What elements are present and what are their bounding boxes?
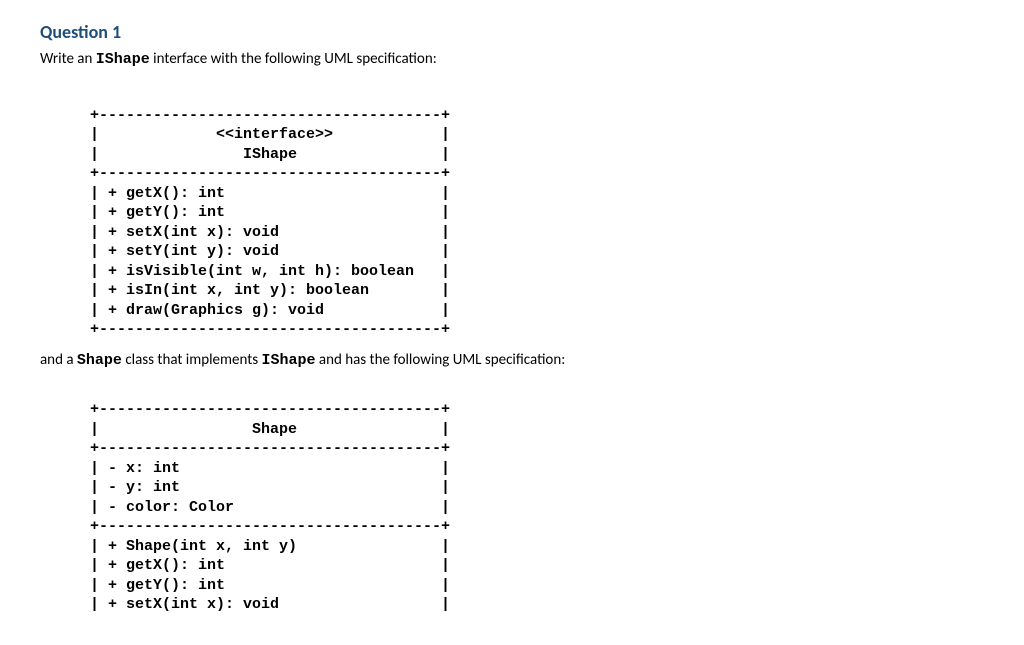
uml-line: +--------------------------------------+	[90, 401, 450, 418]
uml-line: | + setY(int y): void |	[90, 243, 450, 260]
uml-line: | + getX(): int |	[90, 185, 450, 202]
uml-line: | + getX(): int |	[90, 557, 450, 574]
uml-line: +--------------------------------------+	[90, 107, 450, 124]
prompt-text-after: interface with the following UML specifi…	[150, 50, 437, 68]
uml-line: | <<interface>> |	[90, 126, 450, 143]
uml-line: +--------------------------------------+	[90, 165, 450, 182]
prompt-text-before: Write an	[40, 50, 96, 68]
question-prompt: Write an IShape interface with the follo…	[40, 49, 984, 70]
uml-line: +--------------------------------------+	[90, 321, 450, 338]
uml-line: | + isIn(int x, int y): boolean |	[90, 282, 450, 299]
uml-line: | - x: int |	[90, 460, 450, 477]
uml-interface-block: +--------------------------------------+…	[90, 86, 984, 340]
uml-line: | IShape |	[90, 146, 450, 163]
mid-prompt: and a Shape class that implements IShape…	[40, 350, 984, 371]
uml-line: | - y: int |	[90, 479, 450, 496]
uml-line: +--------------------------------------+	[90, 518, 450, 535]
uml-line: | + Shape(int x, int y) |	[90, 538, 450, 555]
prompt-code: IShape	[96, 51, 150, 68]
uml-shape-block: +--------------------------------------+…	[90, 381, 984, 615]
uml-line: | + draw(Graphics g): void |	[90, 302, 450, 319]
mid-code-ishape: IShape	[261, 352, 315, 369]
uml-line: | + setX(int x): void |	[90, 224, 450, 241]
mid-code-shape: Shape	[77, 352, 122, 369]
uml-line: | + getY(): int |	[90, 577, 450, 594]
mid-between: class that implements	[122, 351, 262, 369]
uml-line: | + getY(): int |	[90, 204, 450, 221]
mid-before: and a	[40, 351, 77, 369]
uml-line: | Shape |	[90, 421, 450, 438]
uml-line: | + isVisible(int w, int h): boolean |	[90, 263, 450, 280]
uml-line: | - color: Color |	[90, 499, 450, 516]
uml-line: | + setX(int x): void |	[90, 596, 450, 613]
uml-line: +--------------------------------------+	[90, 440, 450, 457]
mid-after: and has the following UML specification:	[316, 351, 566, 369]
question-title: Question 1	[40, 20, 984, 45]
